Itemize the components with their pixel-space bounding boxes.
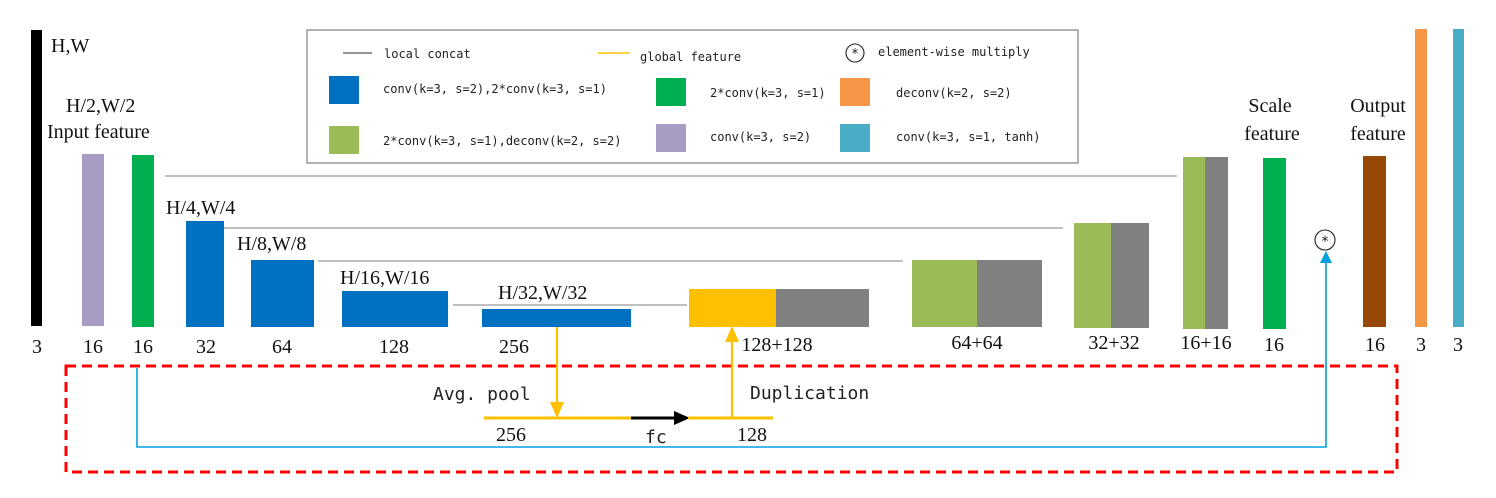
scale-feature-block — [1263, 158, 1286, 329]
channel-concat-128: 128+128 — [741, 334, 812, 356]
concat-block-64 — [977, 260, 1042, 327]
lightgreen-block-32 — [1074, 223, 1111, 328]
channel-concat-64: 64+64 — [951, 332, 1002, 354]
label-h4w4: H/4,W/4 — [166, 197, 235, 219]
label-scale-feature-line1: Scale — [1248, 95, 1291, 117]
channel-concat-32: 32+32 — [1088, 332, 1139, 354]
multiply-asterisk: * — [1322, 234, 1329, 250]
label-scale-feature-line2: feature — [1244, 123, 1300, 145]
blue-block-64 — [251, 260, 314, 327]
legend-blue-swatch — [329, 76, 359, 104]
legend-green-swatch — [656, 78, 686, 106]
legend-element-wise-multiply-label: element-wise multiply — [878, 45, 1030, 59]
channel-orange-output: 3 — [1416, 334, 1426, 356]
legend-purple-swatch — [656, 124, 686, 152]
label-h2w2: H/2,W/2 — [66, 95, 135, 117]
label-output-feature-line2: feature — [1350, 123, 1406, 145]
output-feature-block — [1363, 156, 1386, 327]
fc-label: fc — [645, 427, 667, 448]
channel-blue-64: 64 — [272, 336, 292, 358]
orange-output-block — [1415, 29, 1427, 327]
label-output-feature-line1: Output — [1350, 95, 1406, 117]
fc-arrowhead — [674, 411, 690, 425]
channel-green-input: 16 — [133, 336, 153, 358]
legend-local-concat-label: local concat — [384, 47, 471, 61]
duplication-label: Duplication — [750, 383, 869, 404]
legend-teal-swatch — [840, 124, 870, 152]
legend-teal-op: conv(k=3, s=1, tanh) — [896, 130, 1041, 144]
legend-orange-op: deconv(k=2, s=2) — [896, 86, 1012, 100]
label-hw: H,W — [51, 35, 89, 57]
channel-blue-128: 128 — [379, 336, 409, 358]
scale-skip-arrowhead — [1320, 251, 1332, 263]
purple-block — [82, 154, 104, 326]
global-feature-block — [689, 289, 776, 327]
duplication-arrowhead — [725, 326, 739, 342]
input-image-block — [31, 30, 42, 326]
label-h16w16: H/16,W/16 — [340, 267, 429, 289]
blue-block-32 — [186, 221, 224, 327]
global-128-label: 128 — [737, 424, 767, 446]
channel-scale: 16 — [1264, 334, 1284, 356]
concat-block-128 — [776, 289, 869, 327]
channel-purple: 16 — [83, 336, 103, 358]
concat-block-16 — [1205, 157, 1228, 329]
teal-output-block — [1453, 29, 1464, 327]
label-h8w8: H/8,W/8 — [237, 233, 306, 255]
channel-output: 16 — [1365, 334, 1385, 356]
channel-blue-256: 256 — [499, 336, 529, 358]
channel-blue-32: 32 — [196, 336, 216, 358]
channel-teal-output: 3 — [1453, 334, 1463, 356]
lightgreen-block-16 — [1183, 157, 1205, 329]
legend-global-feature-label: global feature — [640, 50, 741, 64]
label-h32w32: H/32,W/32 — [498, 282, 587, 304]
legend-multiply-asterisk: * — [852, 47, 859, 62]
channel-input-image: 3 — [32, 336, 42, 358]
green-input-block — [132, 155, 154, 327]
legend-lightgreen-op: 2*conv(k=3, s=1),deconv(k=2, s=2) — [383, 134, 621, 148]
channel-concat-16: 16+16 — [1180, 332, 1231, 354]
blue-block-128 — [342, 291, 448, 327]
legend-orange-swatch — [840, 78, 870, 106]
global-256-label: 256 — [496, 424, 526, 446]
lightgreen-block-64 — [912, 260, 977, 327]
network-diagram: local concat global feature * element-wi… — [31, 29, 1464, 474]
concat-block-32 — [1111, 223, 1149, 328]
avg-pool-label: Avg. pool — [433, 384, 531, 405]
legend-purple-op: conv(k=3, s=2) — [710, 130, 811, 144]
legend-green-op: 2*conv(k=3, s=1) — [710, 86, 826, 100]
legend-blue-op: conv(k=3, s=2),2*conv(k=3, s=1) — [383, 82, 607, 96]
blue-block-256 — [482, 309, 631, 327]
legend-lightgreen-swatch — [329, 126, 359, 154]
label-input-feature: Input feature — [47, 121, 150, 143]
avg-pool-arrowhead — [550, 402, 564, 418]
